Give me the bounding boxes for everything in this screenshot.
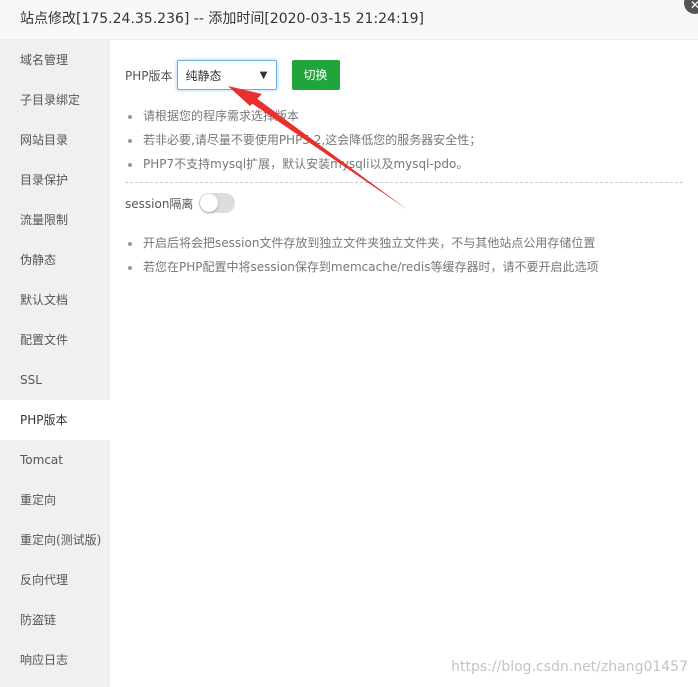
select-value: 纯静态 [185,68,222,83]
sidebar-item[interactable]: Tomcat [0,440,110,480]
sidebar-item[interactable]: 目录保护 [0,160,110,200]
session-toggle[interactable] [199,193,236,213]
php-version-select[interactable]: 纯静态 ▼ [176,60,277,90]
sidebar-item[interactable]: 默认文档 [0,280,110,320]
sidebar-item[interactable]: 域名管理 [0,40,110,80]
sidebar-item[interactable]: 反向代理 [0,560,110,600]
sidebar-item[interactable]: 子目录绑定 [0,80,110,120]
sidebar-item[interactable]: 网站目录 [0,120,110,160]
list-item: 请根据您的程序需求选择版本 [125,104,683,128]
sidebar-item[interactable]: 配置文件 [0,320,110,360]
sidebar-item[interactable]: 防盗链 [0,600,110,640]
watermark: https://blog.csdn.net/zhang01457 [451,659,688,675]
dialog-header: 站点修改[175.24.35.236] -- 添加时间[2020-03-15 2… [0,0,698,40]
list-item: 若您在PHP配置中将session保存到memcache/redis等缓存器时，… [125,255,683,279]
session-label: session隔离 [125,196,194,211]
session-notes: 开启后将会把session文件存放到独立文件夹独立文件夹，不与其他站点公用存储位… [125,231,683,279]
main-panel: PHP版本 纯静态 ▼ 切换 请根据您的程序需求选择版本 若非必要,请尽量不要使用… [110,40,698,687]
php-notes: 请根据您的程序需求选择版本 若非必要,请尽量不要使用PHP5.2,这会降低您的服… [125,104,683,176]
php-version-label: PHP版本 [125,68,173,83]
sidebar-item[interactable]: SSL [0,360,110,400]
dialog-title: 站点修改[175.24.35.236] -- 添加时间[2020-03-15 2… [20,11,424,27]
sidebar: 域名管理 子目录绑定 网站目录 目录保护 流量限制 伪静态 默认文档 配置文件 SSL PHP版本… [0,40,110,687]
list-item: 开启后将会把session文件存放到独立文件夹独立文件夹，不与其他站点公用存储位… [125,231,683,255]
sidebar-item[interactable]: 响应日志 [0,640,110,680]
sidebar-item[interactable]: 重定向 [0,480,110,520]
list-item: PHP7不支持mysql扩展，默认安装mysqli以及mysql-pdo。 [125,152,683,176]
sidebar-item[interactable]: 流量限制 [0,200,110,240]
switch-button[interactable]: 切换 [291,60,340,90]
caret-down-icon: ▼ [259,69,268,81]
sidebar-item[interactable]: 重定向(测试版) [0,520,110,560]
sidebar-item[interactable]: PHP版本 [0,400,110,440]
divider [125,182,683,183]
sidebar-item[interactable]: 伪静态 [0,240,110,280]
list-item: 若非必要,请尽量不要使用PHP5.2,这会降低您的服务器安全性； [125,128,683,152]
